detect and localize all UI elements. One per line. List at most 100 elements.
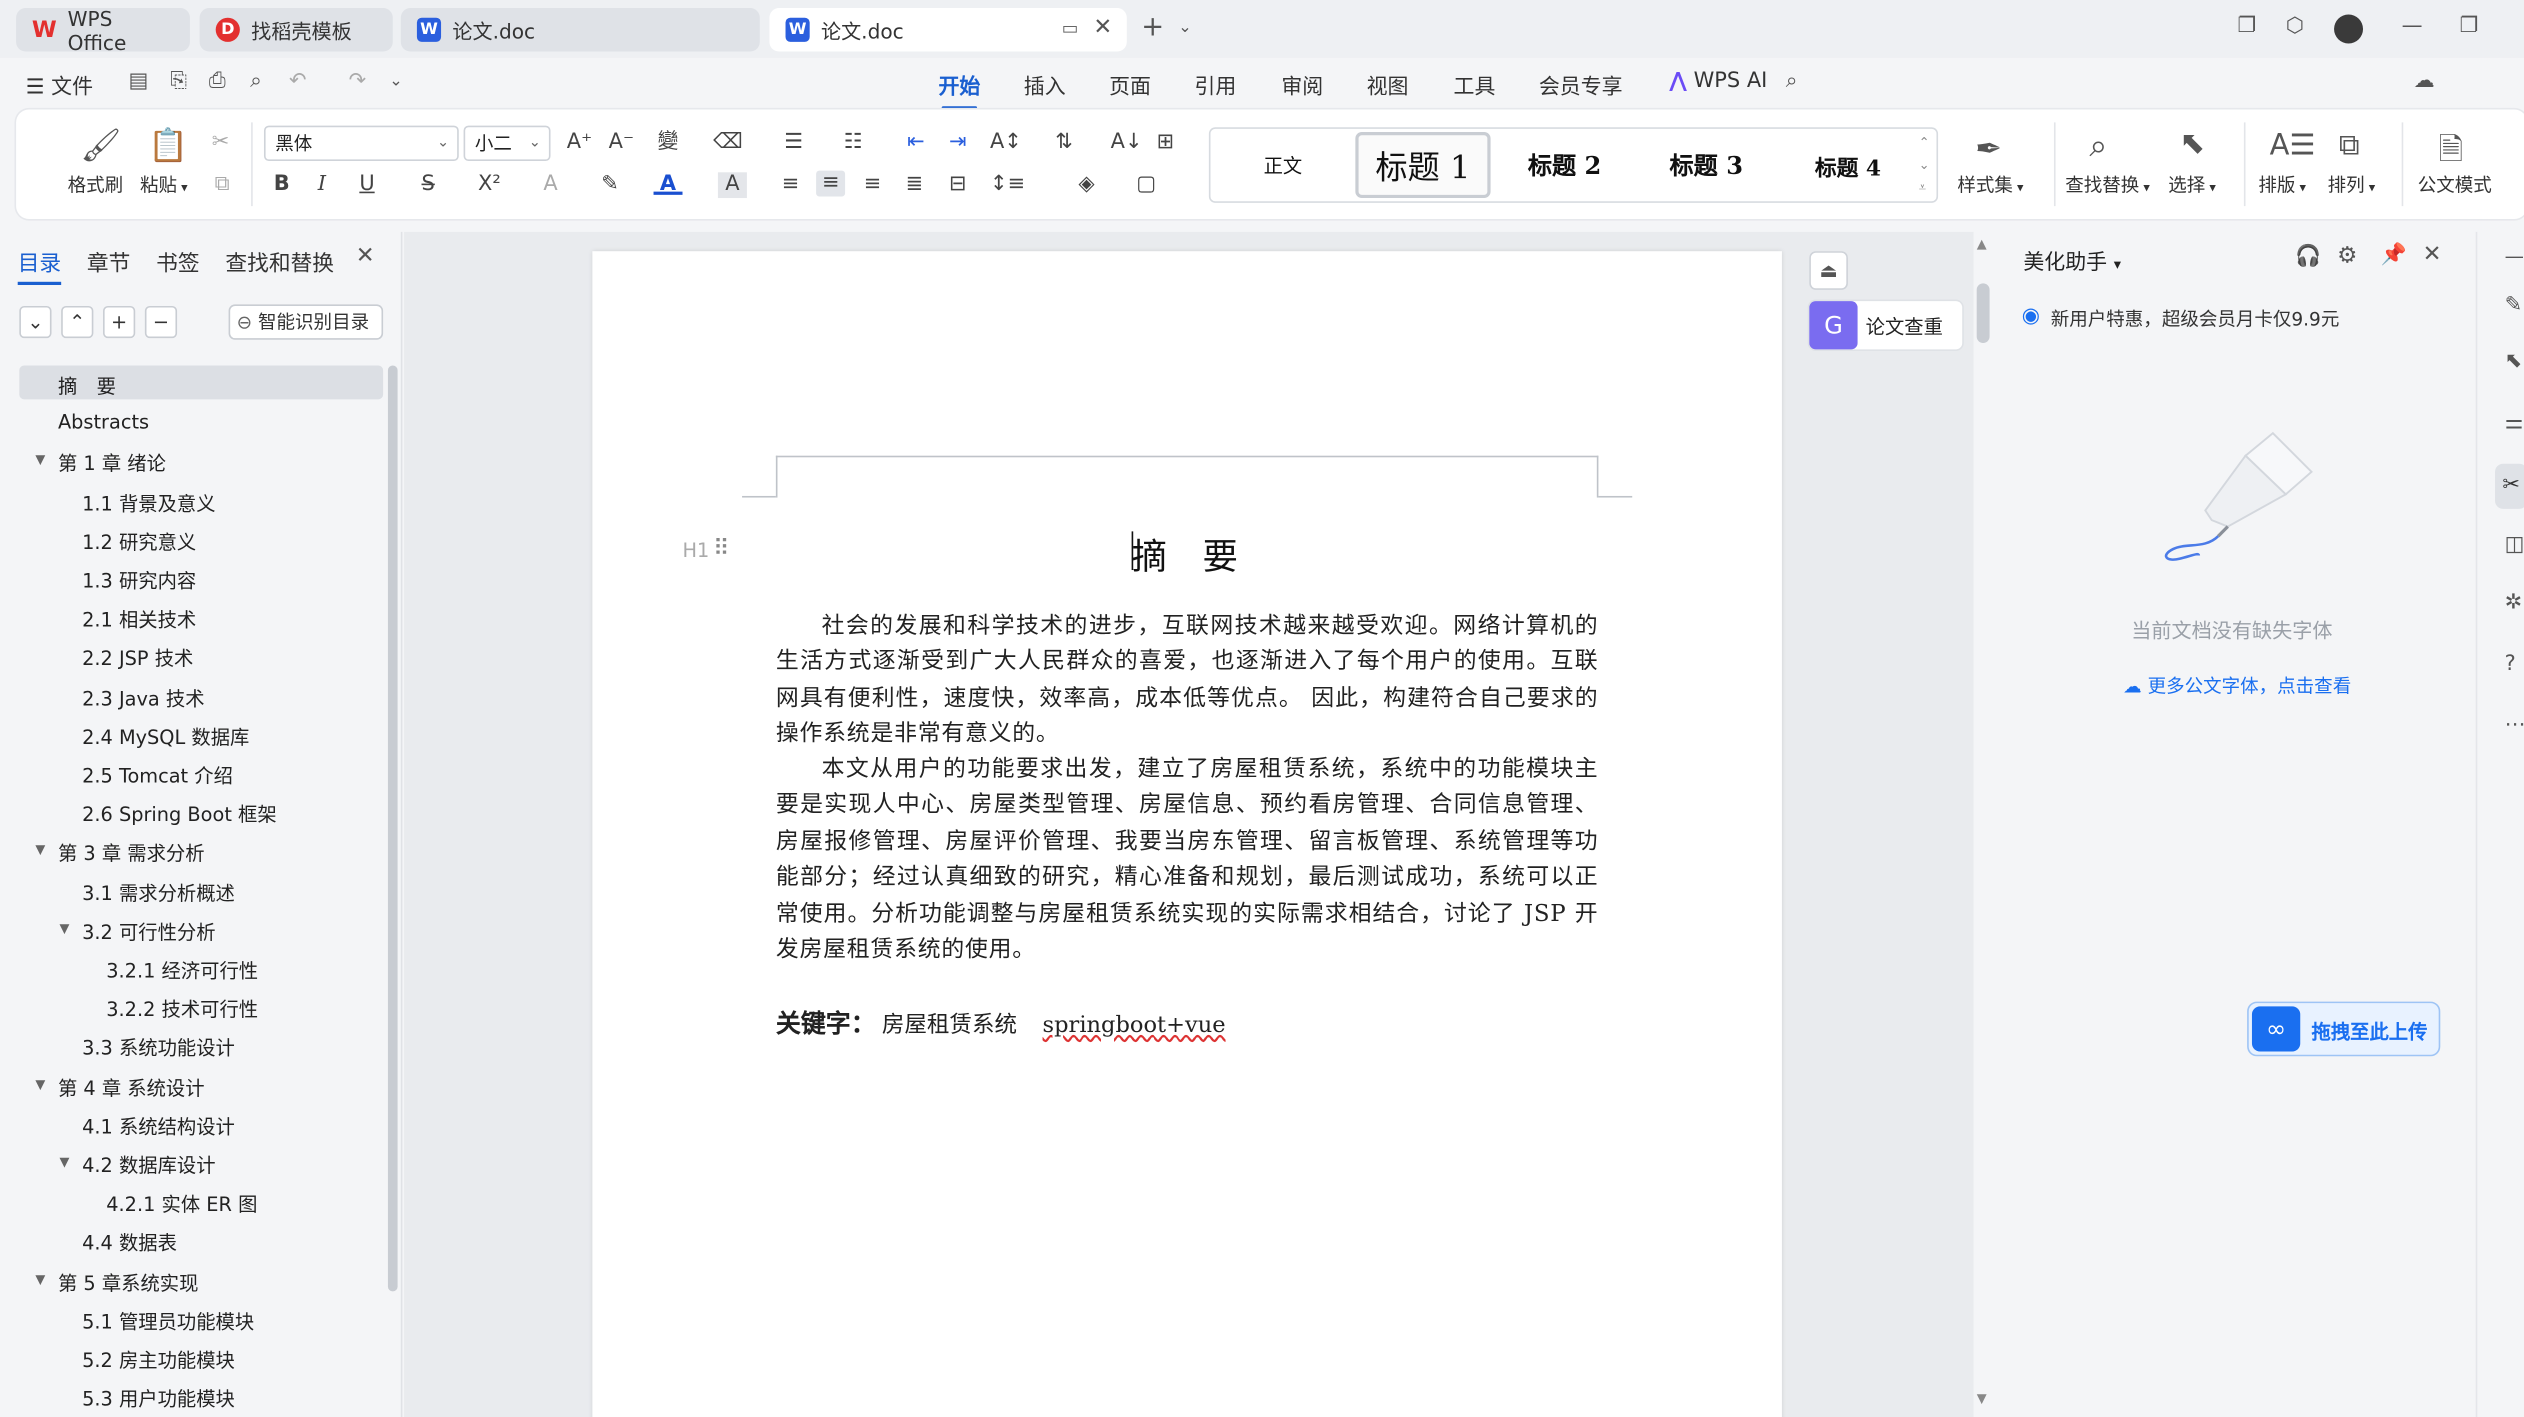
paste-button[interactable]: 粘贴 ▾	[140, 172, 188, 198]
more-icon[interactable]: ⋯	[2505, 713, 2524, 737]
tab-list-chevron-icon[interactable]: ⌄	[1178, 19, 1192, 37]
pin-icon[interactable]: 📌	[2381, 243, 2407, 267]
align-right-icon[interactable]: ≡	[858, 172, 887, 198]
search-icon[interactable]: ⌕	[1780, 70, 1803, 94]
toc-item[interactable]: 3.2.1 经济可行性	[106, 956, 258, 983]
clear-format-icon[interactable]: ⌫	[713, 130, 743, 156]
close-icon[interactable]: ✕	[2423, 242, 2442, 268]
assistant-title[interactable]: 美化助手 ▾	[2023, 245, 2121, 275]
drag-upload-box[interactable]: ∞ 拖拽至此上传	[2247, 1001, 2441, 1057]
copy-icon[interactable]: ⧉	[208, 172, 237, 198]
box-icon[interactable]: ⬡	[2286, 14, 2304, 38]
save-icon[interactable]: ▤	[127, 70, 150, 94]
nav-tab-toc[interactable]: 目录	[17, 245, 62, 286]
toc-item[interactable]: 1.2 研究意义	[82, 528, 196, 555]
official-mode-button[interactable]: 公文模式	[2418, 172, 2492, 198]
add-heading-button[interactable]: +	[103, 305, 136, 339]
sort-az-icon[interactable]: A↓	[1111, 130, 1143, 156]
close-pane-icon[interactable]: ✕	[356, 243, 375, 269]
italic-icon[interactable]: I	[307, 172, 336, 198]
more-chevron-icon[interactable]: ⌄	[385, 71, 408, 94]
toc-item[interactable]: 5.3 用户功能模块	[82, 1385, 235, 1412]
expand-triangle-icon[interactable]: ▼	[35, 1271, 45, 1285]
gear-icon[interactable]: ⚙	[2337, 243, 2357, 269]
print-icon[interactable]: ⎙	[206, 70, 229, 94]
find-replace-button[interactable]: 查找替换 ▾	[2065, 172, 2150, 198]
window-mode-icon[interactable]: ▭	[1062, 18, 1079, 39]
expand-triangle-icon[interactable]: ▼	[60, 921, 70, 935]
maximize-icon[interactable]: ❐	[2460, 14, 2479, 38]
toolbar-collapse-icon[interactable]: —	[2505, 245, 2524, 268]
style-set-button[interactable]: 样式集 ▾	[1957, 172, 2023, 198]
collapse-float-button[interactable]: ⏏	[1809, 251, 1848, 290]
tab-document-active[interactable]: W 论文.doc ▭ ✕	[769, 8, 1127, 52]
text-direction-icon[interactable]: A↕	[990, 130, 1022, 156]
nav-tab-chapters[interactable]: 章节	[87, 245, 130, 277]
print-preview-icon[interactable]: ⌕	[245, 70, 268, 94]
align-left-icon[interactable]: ≡	[776, 172, 805, 198]
style-normal[interactable]: 正文	[1227, 129, 1340, 201]
document-scrollbar[interactable]	[1976, 283, 1990, 343]
bullet-list-icon[interactable]: ☰	[779, 130, 808, 156]
format-painter-button[interactable]: 格式刷	[68, 172, 124, 198]
toc-item[interactable]: ▼ 第 4 章 系统设计	[35, 1073, 204, 1100]
new-tab-icon[interactable]: +	[1141, 11, 1164, 43]
justify-icon[interactable]: ≣	[900, 172, 929, 198]
toc-item[interactable]: ▼ 第 1 章 绪论	[35, 450, 166, 477]
toc-item[interactable]: 摘 要	[58, 372, 116, 399]
promo-link[interactable]: 新用户特惠，超级会员月卡仅9.9元	[2051, 306, 2340, 332]
expand-triangle-icon[interactable]: ▼	[60, 1155, 70, 1169]
toc-item[interactable]: 1.3 研究内容	[82, 567, 196, 594]
headset-icon[interactable]: 🎧	[2295, 245, 2321, 269]
chart-tool-icon[interactable]: ◫	[2505, 533, 2524, 557]
toc-item[interactable]: 2.1 相关技术	[82, 606, 196, 633]
toc-item[interactable]: ▼ 第 3 章 需求分析	[35, 840, 204, 867]
wps-ai-button[interactable]: ⋀ WPS AI	[1669, 69, 1767, 93]
menu-insert[interactable]: 插入	[1024, 69, 1066, 100]
menu-references[interactable]: 引用	[1194, 69, 1236, 100]
shrink-font-icon[interactable]: A⁻	[607, 130, 636, 156]
menu-review[interactable]: 审阅	[1281, 69, 1323, 100]
expand-up-button[interactable]: ⌃	[61, 305, 94, 339]
font-color-icon[interactable]: A	[653, 172, 683, 196]
style-heading-2[interactable]: 标题 2	[1500, 129, 1629, 201]
expand-triangle-icon[interactable]: ▼	[35, 1077, 45, 1091]
toc-item[interactable]: 2.2 JSP 技术	[82, 645, 193, 672]
close-tab-icon[interactable]: ✕	[1093, 14, 1112, 40]
char-shading-icon[interactable]: A	[717, 172, 747, 199]
borders-icon[interactable]: ▢	[1132, 172, 1161, 198]
tab-wps-office[interactable]: W WPS Office	[16, 6, 190, 54]
pencil-icon[interactable]: ✎	[2505, 293, 2523, 317]
beautify-tool-icon[interactable]: ✂	[2495, 463, 2524, 509]
redo-icon[interactable]: ↷	[346, 70, 369, 94]
menu-member[interactable]: 会员专享	[1539, 69, 1623, 100]
style-heading-4[interactable]: 标题 4	[1784, 129, 1913, 201]
toc-item[interactable]: Abstracts	[58, 411, 149, 434]
cut-icon[interactable]: ✂	[206, 130, 235, 156]
menu-view[interactable]: 视图	[1367, 69, 1409, 100]
undo-icon[interactable]: ↶	[287, 70, 310, 94]
puzzle-icon[interactable]: ✲	[2505, 591, 2523, 615]
smart-toc-button[interactable]: ⊖ 智能识别目录	[228, 304, 384, 340]
align-center-icon[interactable]: ≡	[816, 170, 846, 197]
highlight-icon[interactable]: ✎	[596, 172, 625, 198]
show-marks-icon[interactable]: ⊞	[1151, 130, 1180, 156]
style-scroll-icon[interactable]: ⌃ ⌄ ⩡	[1919, 132, 1930, 200]
style-heading-3[interactable]: 标题 3	[1642, 129, 1771, 201]
expand-triangle-icon[interactable]: ▼	[35, 843, 45, 857]
sliders-icon[interactable]: ⚌	[2505, 411, 2524, 435]
toc-item[interactable]: 5.1 管理员功能模块	[82, 1307, 254, 1334]
sort-icon[interactable]: ⇅	[1050, 130, 1079, 156]
font-name-select[interactable]: 黑体 ⌄	[263, 125, 459, 162]
toc-item[interactable]: 2.6 Spring Boot 框架	[82, 801, 277, 828]
arrange-button[interactable]: 排列 ▾	[2328, 172, 2376, 198]
grow-font-icon[interactable]: A⁺	[565, 130, 594, 156]
distribute-icon[interactable]: ⊟	[943, 172, 972, 198]
nav-tab-find-replace[interactable]: 查找和替换	[225, 245, 334, 277]
toc-item[interactable]: ▼ 第 5 章系统实现	[35, 1268, 198, 1295]
expand-triangle-icon[interactable]: ▼	[35, 453, 45, 467]
file-menu[interactable]: ☰ 文件	[26, 69, 93, 100]
toc-item[interactable]: ▼ 3.2 可行性分析	[60, 918, 216, 945]
toc-item[interactable]: 3.1 需求分析概述	[82, 879, 235, 906]
menu-home[interactable]: 开始	[938, 69, 980, 110]
